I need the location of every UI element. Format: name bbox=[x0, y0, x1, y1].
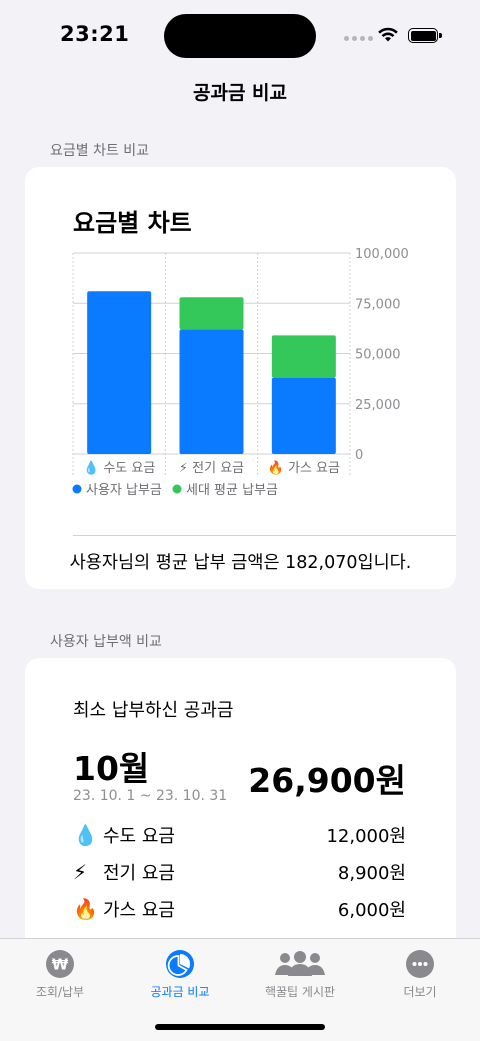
cellular-signal-icon bbox=[344, 36, 373, 41]
dynamic-island bbox=[164, 14, 316, 58]
bill-amount: 6,000원 bbox=[337, 900, 406, 921]
card-title: 최소 납부하신 공과금 bbox=[73, 700, 234, 721]
y-tick-label: 25,000 bbox=[355, 398, 401, 413]
divider bbox=[73, 535, 456, 536]
tab-payment[interactable]: ₩ 조회/납부 bbox=[0, 949, 120, 1000]
bar-segment bbox=[87, 291, 152, 454]
legend-label: 사용자 납부금 bbox=[86, 483, 162, 498]
wifi-icon bbox=[378, 27, 398, 42]
bar-segment bbox=[271, 335, 336, 378]
bill-row-water: 💧 수도 요금 12,000원 bbox=[73, 820, 406, 850]
bill-amount: 12,000원 bbox=[326, 826, 406, 847]
page-title: 공과금 비교 bbox=[192, 82, 287, 104]
fire-icon: 🔥 bbox=[73, 897, 98, 921]
chart-section-label: 요금별 차트 비교 bbox=[50, 143, 150, 159]
pie-chart-icon bbox=[165, 949, 195, 979]
battery-icon bbox=[408, 28, 442, 43]
bill-row-electric: ⚡ 전기 요금 8,900원 bbox=[73, 857, 406, 887]
x-tick-label: 🔥 가스 요금 bbox=[268, 460, 340, 476]
y-tick-label: 100,000 bbox=[355, 247, 409, 262]
bill-label: 수도 요금 bbox=[103, 826, 175, 847]
bill-label: 전기 요금 bbox=[103, 863, 175, 884]
average-summary: 사용자님의 평균 납부 금액은 182,070입니다. bbox=[69, 553, 412, 573]
period-label: 23. 10. 1 ~ 23. 10. 31 bbox=[73, 788, 228, 804]
chart-card: 요금별 차트 100,000 75,000 50,000 25,000 0 💧 수도 요금… bbox=[25, 167, 456, 589]
bar-chart: 100,000 75,000 50,000 25,000 0 💧 수도 요금 ⚡ 전기 요금… bbox=[72, 247, 409, 498]
total-amount: 26,900원 bbox=[248, 761, 406, 800]
legend-label: 세대 평균 납부금 bbox=[186, 483, 278, 498]
x-tick-label: 💧 수도 요금 bbox=[83, 460, 155, 476]
month-label: 10월 bbox=[73, 749, 150, 788]
status-time: 23:21 bbox=[60, 22, 130, 46]
legend-swatch bbox=[72, 484, 82, 494]
water-drop-icon: 💧 bbox=[73, 823, 98, 847]
bill-amount: 8,900원 bbox=[337, 863, 406, 884]
bar-segment bbox=[179, 297, 244, 330]
y-tick-label: 50,000 bbox=[355, 348, 401, 363]
tab-label: 더보기 bbox=[403, 985, 437, 999]
more-icon bbox=[405, 949, 435, 979]
tab-compare[interactable]: 공과금 비교 bbox=[120, 949, 240, 1000]
tab-label: 핵꿀팁 게시판 bbox=[264, 985, 336, 999]
payment-section-label: 사용자 납부액 비교 bbox=[50, 634, 162, 650]
people-icon bbox=[272, 949, 328, 979]
x-tick-label: ⚡ 전기 요금 bbox=[179, 461, 244, 476]
legend-swatch bbox=[172, 484, 182, 494]
minimum-payment-card: 최소 납부하신 공과금 10월 23. 10. 1 ~ 23. 10. 31 2… bbox=[25, 658, 456, 958]
svg-text:₩: ₩ bbox=[52, 956, 69, 974]
tab-tips-board[interactable]: 핵꿀팁 게시판 bbox=[240, 949, 360, 1000]
tab-more[interactable]: 더보기 bbox=[360, 949, 480, 1000]
bill-row-gas: 🔥 가스 요금 6,000원 bbox=[73, 894, 406, 924]
home-indicator bbox=[155, 1024, 325, 1030]
tab-label: 조회/납부 bbox=[35, 985, 85, 999]
status-bar: 23:21 bbox=[0, 0, 480, 70]
bill-label: 가스 요금 bbox=[103, 900, 175, 921]
bar-segment bbox=[271, 377, 336, 454]
lightning-icon: ⚡ bbox=[73, 860, 88, 884]
won-icon: ₩ bbox=[45, 949, 75, 979]
bar-segment bbox=[179, 329, 244, 454]
tab-label: 공과금 비교 bbox=[150, 985, 210, 999]
y-tick-label: 75,000 bbox=[355, 297, 401, 312]
y-tick-label: 0 bbox=[355, 448, 363, 463]
